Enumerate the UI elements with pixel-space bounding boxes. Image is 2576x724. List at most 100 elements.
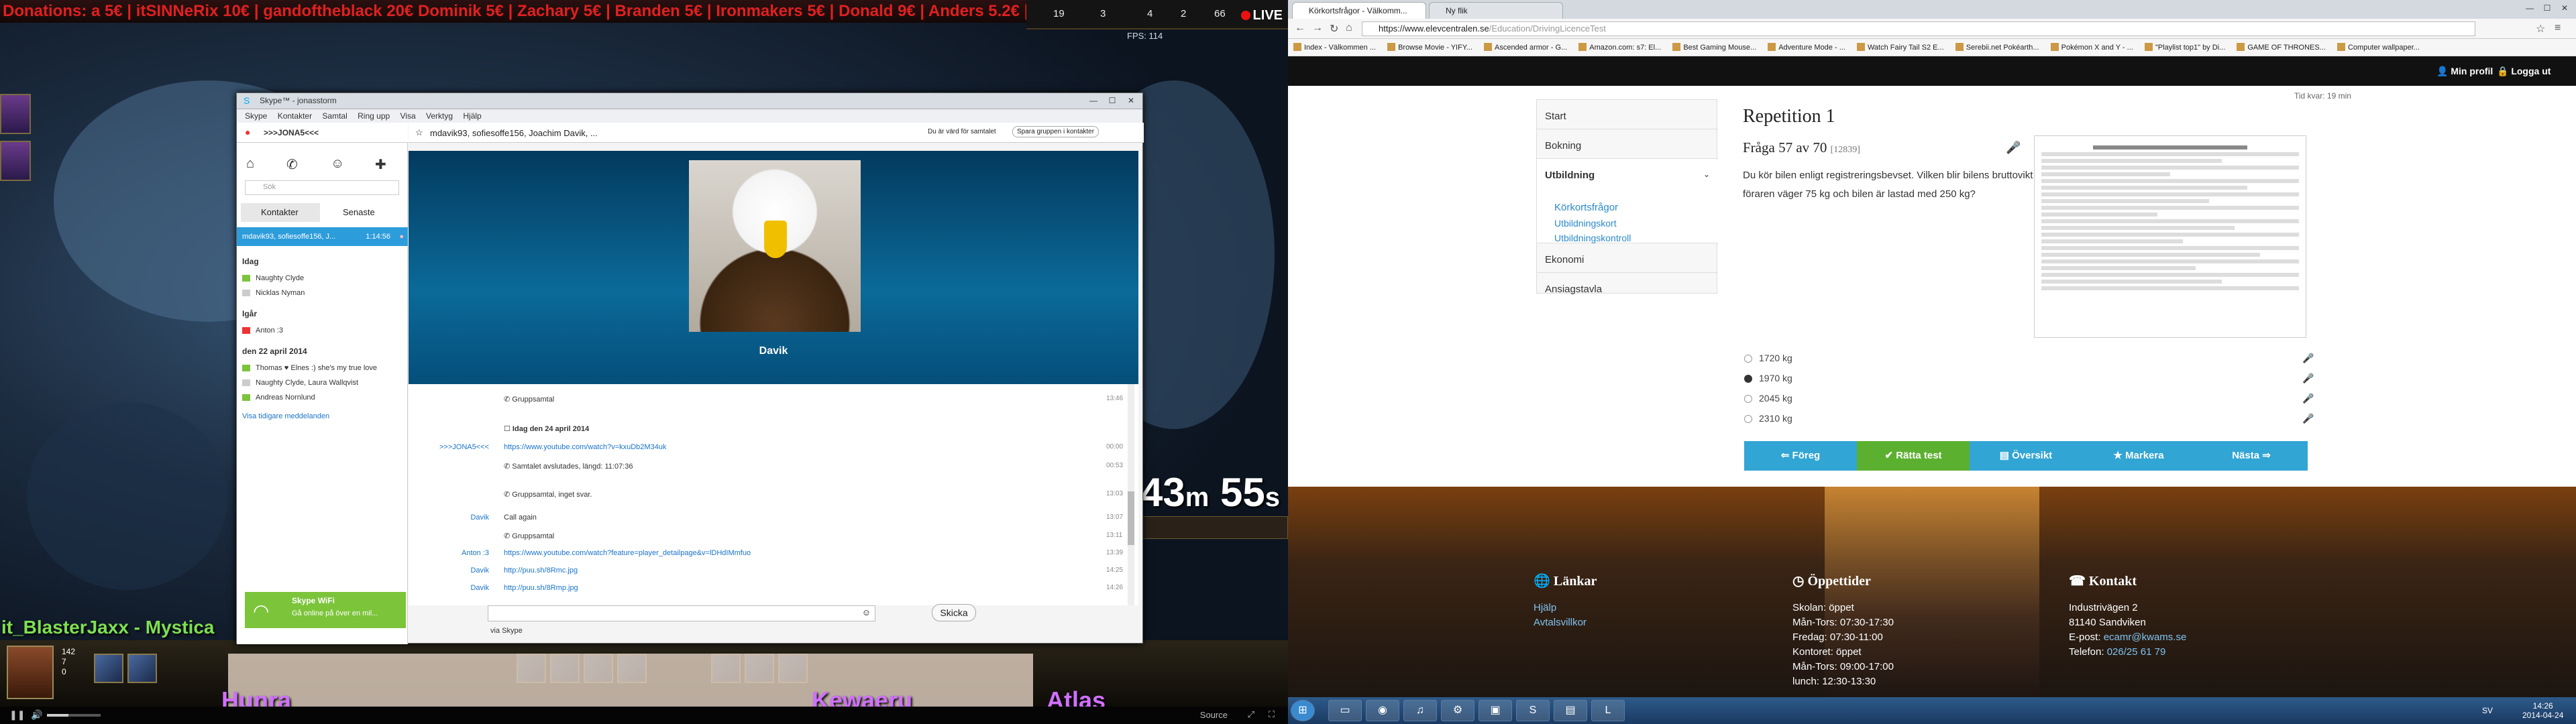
pause-icon[interactable]: ❚❚ — [9, 709, 25, 721]
answer-option-selected[interactable]: 1970 kg — [1744, 373, 1792, 383]
home-icon[interactable]: ⌂ — [1346, 22, 1352, 34]
menu-item[interactable]: Visa — [400, 109, 416, 123]
minimize-icon[interactable]: — — [1085, 95, 1102, 107]
nav-start[interactable]: Start — [1537, 100, 1718, 129]
message-link[interactable]: https://www.youtube.com/watch?v=kxuDb2M3… — [504, 443, 666, 451]
contacts-icon[interactable]: ☺ — [331, 156, 344, 172]
menu-item[interactable]: Skype — [245, 109, 267, 123]
contact-item[interactable]: Thomas ♥ Elnes :) she's my true love — [242, 364, 377, 372]
system-clock[interactable]: 14:26 2014-04-24 — [2522, 701, 2563, 720]
footer-link[interactable]: Avtalsvillkor — [1534, 617, 1587, 628]
subnav-card[interactable]: Utbildningskort — [1554, 218, 1617, 229]
volume-icon[interactable]: 🔊 — [31, 709, 42, 721]
volume-slider[interactable] — [47, 714, 101, 717]
bookmark-item[interactable]: Browse Movie - YIFY... — [1387, 39, 1472, 56]
bookmark-item[interactable]: Serebii.net Pokéarth... — [1955, 39, 2039, 56]
close-icon[interactable]: ✕ — [1122, 95, 1140, 107]
bookmark-item[interactable]: Pokémon X and Y - ... — [2050, 39, 2133, 56]
audio-icon[interactable]: 🎤 — [2302, 353, 2314, 364]
app-icon[interactable]: ▤ — [1554, 700, 1587, 721]
show-earlier-link[interactable]: Visa tidigare meddelanden — [242, 412, 329, 420]
contact-item[interactable]: Nicklas Nyman — [242, 289, 305, 297]
back-icon[interactable]: ← — [1295, 22, 1305, 34]
message-link[interactable]: https://www.youtube.com/watch?feature=pl… — [504, 549, 751, 557]
audio-icon[interactable]: 🎤 — [2302, 373, 2314, 384]
bookmark-item[interactable]: Amazon.com: s7: El... — [1578, 39, 1661, 56]
audio-icon[interactable]: 🎤 — [2006, 141, 2021, 155]
via-skype-selector[interactable]: via Skype — [490, 627, 523, 635]
chrome-icon[interactable]: ◉ — [1366, 700, 1399, 721]
tab-contacts[interactable]: Kontakter — [241, 203, 320, 222]
explorer-icon[interactable]: ▭ — [1328, 700, 1362, 721]
bookmark-star-icon[interactable]: ☆ — [2536, 22, 2545, 36]
bookmark-item[interactable]: Index - Välkommen ... — [1293, 39, 1376, 56]
quality-selector[interactable]: Source — [1200, 710, 1228, 720]
url-input[interactable]: https://www.elevcentralen.se/Education/D… — [1362, 21, 2475, 36]
mark-button[interactable]: ★ Markera — [2082, 441, 2195, 471]
spotify-icon[interactable]: ♫ — [1403, 700, 1437, 721]
league-icon[interactable]: L — [1591, 700, 1625, 721]
answer-option[interactable]: 2045 kg — [1744, 393, 1792, 404]
message-input[interactable]: ☺ — [488, 605, 875, 621]
logout-link[interactable]: 🔒 Logga ut — [2497, 66, 2551, 77]
menu-item[interactable]: Samtal — [322, 109, 347, 123]
nav-education[interactable]: Utbildning ⌄ — [1537, 159, 1718, 243]
audio-icon[interactable]: 🎤 — [2302, 393, 2314, 404]
browser-tab[interactable]: Ny flik — [1429, 2, 1563, 19]
grade-test-button[interactable]: ✔ Rätta test — [1857, 441, 1970, 471]
popout-icon[interactable]: ⤢ — [1248, 709, 1254, 720]
app-icon[interactable]: ▣ — [1479, 700, 1512, 721]
end-call-icon[interactable]: ● — [399, 227, 404, 246]
active-call-item[interactable]: mdavik93, sofiesoffe156, J... 1:14:56 ● — [237, 227, 408, 246]
contact-item[interactable]: Anton :3 — [242, 326, 283, 335]
call-icon[interactable]: ✆ — [286, 156, 298, 173]
audio-icon[interactable]: 🎤 — [2302, 413, 2314, 424]
add-contact-icon[interactable]: ✚ — [375, 156, 386, 173]
maximize-icon[interactable]: ☐ — [2538, 3, 2556, 14]
overview-button[interactable]: ▤ Översikt — [1970, 441, 2082, 471]
home-icon[interactable]: ⌂ — [246, 156, 254, 172]
subnav-control[interactable]: Utbildningskontroll — [1554, 233, 1631, 243]
bookmark-item[interactable]: GAME OF THRONES... — [2237, 39, 2326, 56]
fullscreen-icon[interactable]: ⛶ — [1269, 709, 1275, 720]
save-group-button[interactable]: Spara gruppen i kontakter — [1012, 126, 1099, 137]
bookmark-item[interactable]: Best Gaming Mouse... — [1672, 39, 1756, 56]
skype-wifi-banner[interactable]: ◠ Skype WiFi Gå online på över en mil... — [245, 592, 406, 628]
forward-icon[interactable]: → — [1312, 22, 1323, 34]
language-indicator[interactable]: SV — [2482, 706, 2493, 715]
message-link[interactable]: http://puu.sh/8Rmp.jpg — [504, 584, 578, 592]
registration-document-image[interactable] — [2034, 135, 2306, 338]
bookmark-item[interactable]: "Playlist top1" by Di... — [2144, 39, 2225, 56]
browser-tab-active[interactable]: Körkortsfrågor - Välkomm... — [1292, 2, 1426, 19]
menu-icon[interactable]: ≡ — [2555, 22, 2561, 34]
favorite-star-icon[interactable]: ☆ — [415, 127, 423, 138]
emoticon-icon[interactable]: ☺ — [862, 607, 871, 617]
close-icon[interactable]: ✕ — [2556, 3, 2573, 14]
tab-recent[interactable]: Senaste — [323, 203, 402, 222]
scrollbar[interactable] — [1128, 384, 1134, 605]
subnav-questions[interactable]: Körkortsfrågor — [1554, 202, 1618, 213]
contact-item[interactable]: Naughty Clyde, Laura Wallqvist — [242, 379, 358, 387]
previous-button[interactable]: ⇐ Föreg — [1744, 441, 1857, 471]
answer-option[interactable]: 1720 kg — [1744, 353, 1792, 363]
profile-bar[interactable]: ● >>>JONA5<<< — [237, 123, 408, 143]
answer-option[interactable]: 2310 kg — [1744, 413, 1792, 424]
send-button[interactable]: Skicka — [932, 604, 976, 621]
bookmark-item[interactable]: Adventure Mode - ... — [1768, 39, 1845, 56]
nav-booking[interactable]: Bokning — [1537, 129, 1718, 159]
profile-link[interactable]: 👤 Min profil — [2436, 66, 2493, 77]
minimize-icon[interactable]: — — [2521, 3, 2538, 14]
steam-icon[interactable]: ⚙ — [1441, 700, 1474, 721]
bookmark-item[interactable]: Ascended armor - G... — [1483, 39, 1567, 56]
menu-item[interactable]: Hjälp — [463, 109, 481, 123]
nav-economy[interactable]: Ekonomi — [1537, 243, 1718, 273]
bookmark-item[interactable]: Computer wallpaper... — [2337, 39, 2420, 56]
bookmark-item[interactable]: Watch Fairy Tail S2 E... — [1856, 39, 1944, 56]
contact-item[interactable]: Andreas Nornlund — [242, 394, 315, 402]
skype-icon[interactable]: S — [1516, 700, 1550, 721]
search-input[interactable]: Sök — [245, 180, 399, 195]
start-button[interactable]: ⊞ — [1291, 700, 1315, 721]
maximize-icon[interactable]: ☐ — [1104, 95, 1121, 107]
reload-icon[interactable]: ↻ — [1330, 22, 1338, 36]
contact-item[interactable]: Naughty Clyde — [242, 274, 304, 282]
